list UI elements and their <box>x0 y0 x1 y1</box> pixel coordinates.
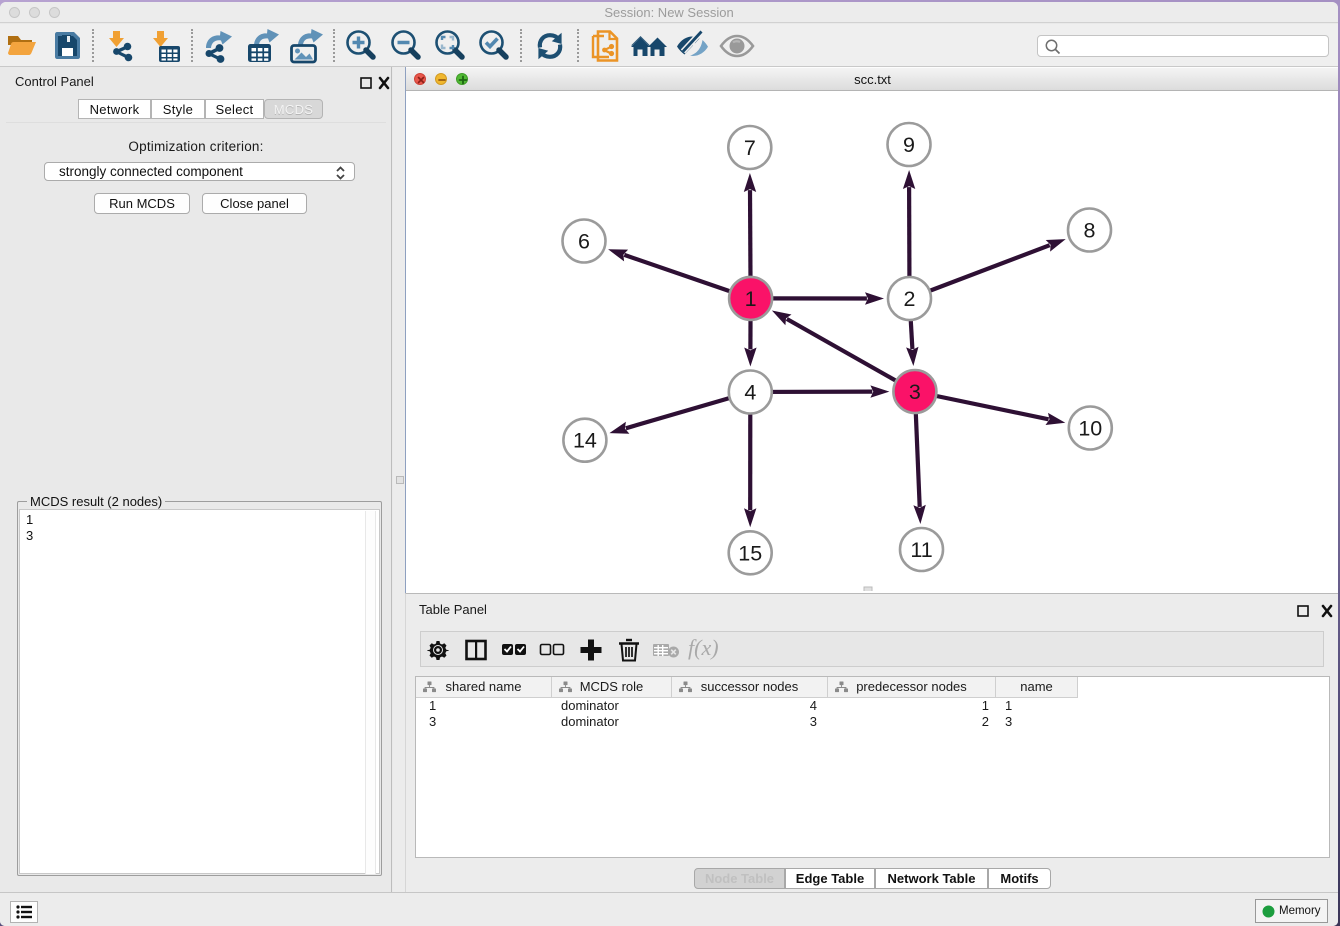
svg-text:9: 9 <box>903 133 915 157</box>
svg-text:11: 11 <box>910 538 932 562</box>
svg-text:14: 14 <box>573 429 597 453</box>
svg-text:4: 4 <box>744 381 756 405</box>
svg-text:15: 15 <box>738 541 762 565</box>
svg-text:3: 3 <box>909 380 921 404</box>
svg-text:8: 8 <box>1084 219 1096 243</box>
svg-text:10: 10 <box>1078 417 1102 441</box>
svg-text:7: 7 <box>744 136 756 160</box>
svg-text:1: 1 <box>745 287 757 311</box>
svg-text:2: 2 <box>904 287 916 311</box>
svg-text:6: 6 <box>578 230 590 254</box>
